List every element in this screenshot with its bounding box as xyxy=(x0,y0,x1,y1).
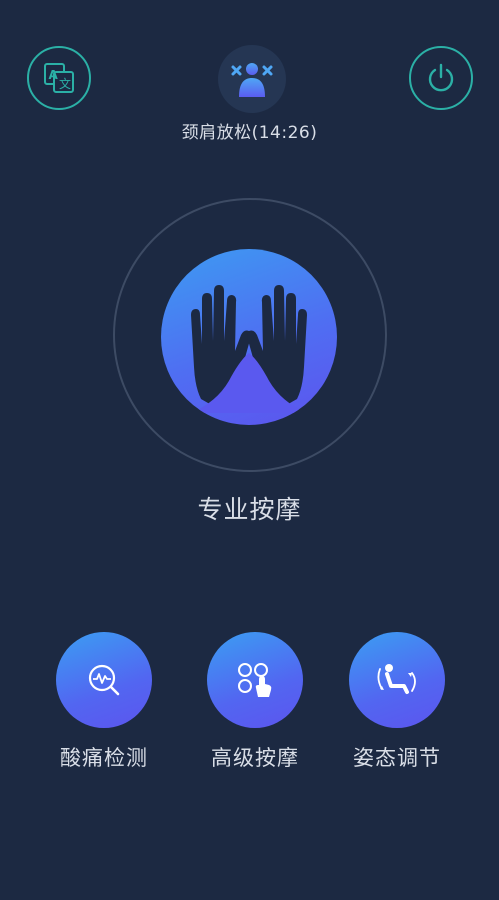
language-button[interactable]: A 文 xyxy=(27,46,91,110)
posture-adjust-label: 姿态调节 xyxy=(353,746,441,770)
feature-pain-detection[interactable]: 酸痛检测 xyxy=(34,632,174,772)
svg-text:文: 文 xyxy=(59,76,71,91)
pain-detection-label: 酸痛检测 xyxy=(60,746,148,770)
posture-adjust-button[interactable] xyxy=(349,632,445,728)
power-button[interactable] xyxy=(409,46,473,110)
pain-detection-button[interactable] xyxy=(56,632,152,728)
pain-detect-icon xyxy=(88,664,120,696)
person-stretch-icon xyxy=(231,63,273,97)
power-icon xyxy=(428,63,454,92)
feature-posture-adjust[interactable]: 姿态调节 xyxy=(327,632,467,772)
touch-grid-icon xyxy=(238,663,272,697)
hands-icon xyxy=(191,285,307,413)
advanced-massage-label: 高级按摩 xyxy=(211,746,299,770)
feature-advanced-massage[interactable]: 高级按摩 xyxy=(185,632,325,772)
translate-icon: A 文 xyxy=(44,63,74,93)
advanced-massage-button[interactable] xyxy=(207,632,303,728)
svg-text:A: A xyxy=(49,68,59,82)
professional-massage-label: 专业按摩 xyxy=(197,495,302,524)
recline-posture-icon xyxy=(377,664,416,694)
professional-massage-button[interactable] xyxy=(161,249,337,425)
current-mode-label: 颈肩放松(14:26) xyxy=(181,123,318,143)
current-mode-icon-button[interactable] xyxy=(218,45,286,113)
